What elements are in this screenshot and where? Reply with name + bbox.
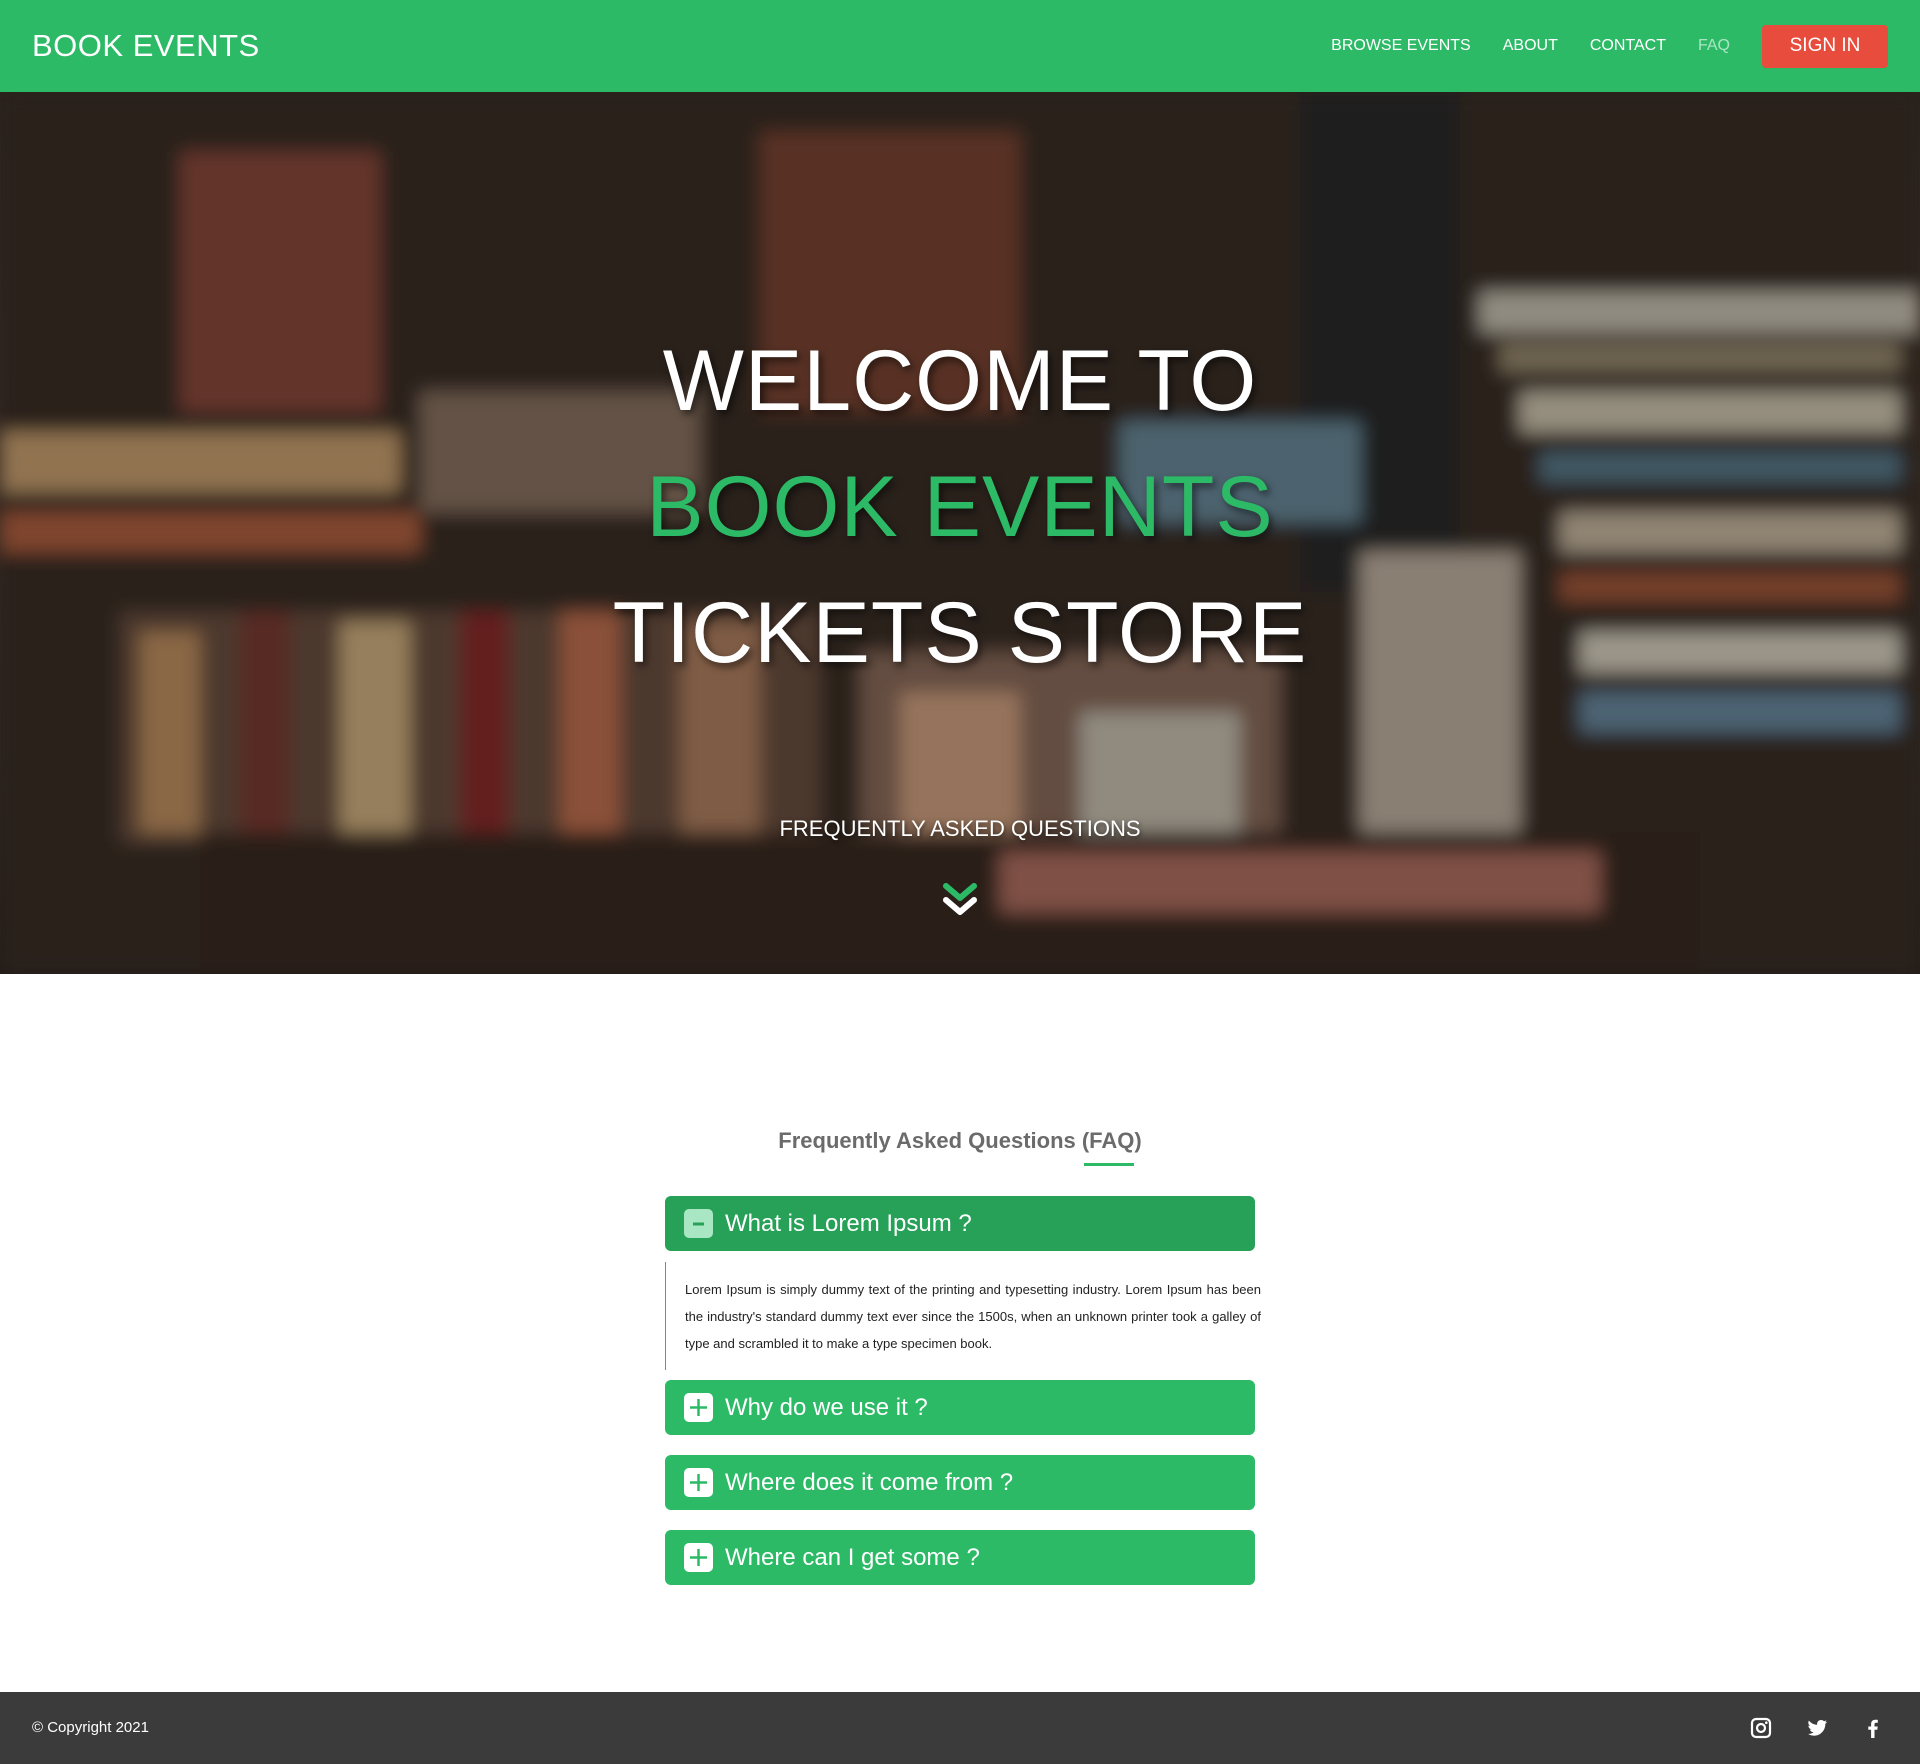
brand-logo[interactable]: BOOK EVENTS bbox=[32, 28, 260, 64]
faq-question: Where does it come from ? bbox=[725, 1469, 1014, 1496]
faq-question: Why do we use it ? bbox=[725, 1394, 928, 1421]
faq-heading-underline bbox=[1084, 1163, 1134, 1166]
nav-link-contact[interactable]: CONTACT bbox=[1590, 37, 1666, 55]
plus-icon bbox=[684, 1543, 713, 1572]
faq-question: What is Lorem Ipsum ? bbox=[725, 1210, 972, 1237]
nav-links: BROWSE EVENTS ABOUT CONTACT FAQ SIGN IN bbox=[1299, 0, 1888, 92]
instagram-icon[interactable] bbox=[1749, 1716, 1773, 1740]
minus-icon bbox=[684, 1209, 713, 1238]
twitter-icon[interactable] bbox=[1805, 1716, 1829, 1740]
footer: © Copyright 2021 bbox=[0, 1692, 1920, 1764]
hero-title-line-1: WELCOME TO bbox=[662, 333, 1258, 429]
nav-link-browse-events[interactable]: BROWSE EVENTS bbox=[1331, 37, 1471, 55]
faq-question: Where can I get some ? bbox=[725, 1544, 980, 1571]
copyright-text: © Copyright 2021 bbox=[32, 1719, 149, 1736]
faq-answer: Lorem Ipsum is simply dummy text of the … bbox=[665, 1262, 1261, 1370]
nav-link-faq[interactable]: FAQ bbox=[1698, 37, 1730, 55]
hero-banner: WELCOME TO BOOK EVENTS TICKETS STORE FRE… bbox=[0, 92, 1920, 974]
faq-item-why-do-we-use-it[interactable]: Why do we use it ? bbox=[665, 1380, 1255, 1435]
hero-title-line-2: BOOK EVENTS bbox=[646, 459, 1274, 555]
plus-icon bbox=[684, 1468, 713, 1497]
chevron-down-icon[interactable] bbox=[940, 882, 980, 918]
nav-link-about[interactable]: ABOUT bbox=[1503, 37, 1558, 55]
hero-title-line-3: TICKETS STORE bbox=[612, 585, 1308, 681]
sign-in-button[interactable]: SIGN IN bbox=[1762, 24, 1888, 68]
hero-subtitle: FREQUENTLY ASKED QUESTIONS bbox=[779, 816, 1141, 841]
faq-item-where-can-i-get-some[interactable]: Where can I get some ? bbox=[665, 1530, 1255, 1585]
facebook-icon[interactable] bbox=[1861, 1716, 1885, 1740]
faq-item-what-is-lorem-ipsum[interactable]: What is Lorem Ipsum ? bbox=[665, 1196, 1255, 1251]
faq-item-where-does-it-come-from[interactable]: Where does it come from ? bbox=[665, 1455, 1255, 1510]
plus-icon bbox=[684, 1393, 713, 1422]
top-navbar: BOOK EVENTS BROWSE EVENTS ABOUT CONTACT … bbox=[0, 0, 1920, 92]
faq-heading: Frequently Asked Questions (FAQ) bbox=[778, 1128, 1142, 1153]
